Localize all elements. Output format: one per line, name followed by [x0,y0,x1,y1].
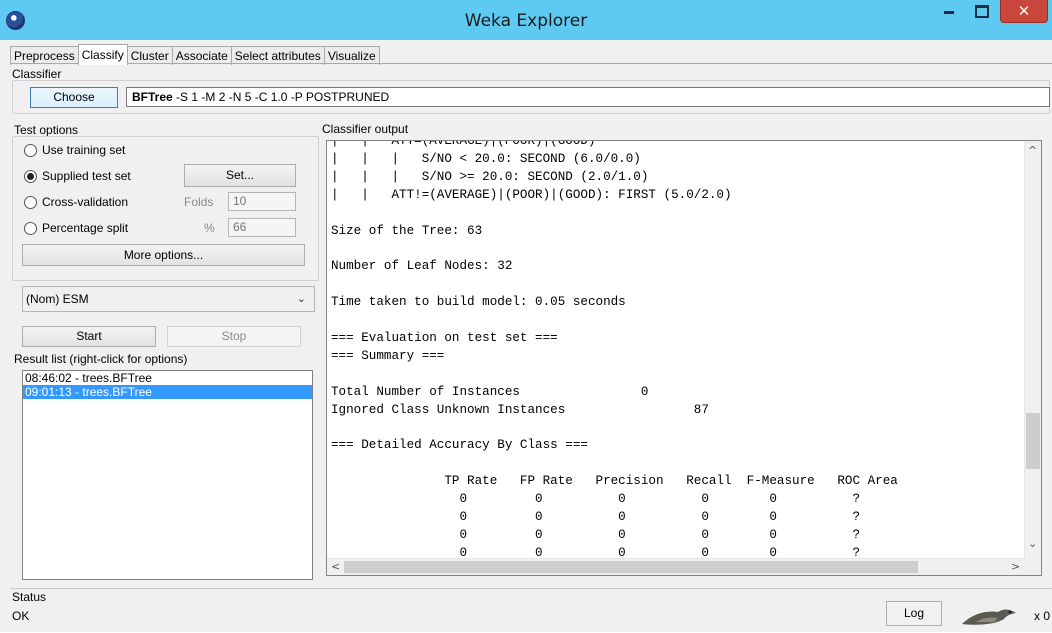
test-options-label: Test options [14,123,79,137]
status-label: Status [12,590,47,604]
choose-classifier-button[interactable]: Choose [30,87,118,108]
scroll-up-arrow-icon[interactable]: ^ [1028,144,1037,157]
close-button[interactable]: ✕ [1000,0,1048,23]
scroll-corner [1025,559,1041,575]
result-list-label: Result list (right-click for options) [14,352,188,366]
cross-validation-radio[interactable] [24,196,37,209]
classifier-group-label: Classifier [12,67,62,81]
percentage-split-label[interactable]: Percentage split [42,221,128,235]
scroll-down-arrow-icon[interactable]: ⌄ [1028,537,1037,550]
classify-panel: Classifier Choose BFTree -S 1 -M 2 -N 5 … [10,63,1052,633]
classifier-options: -S 1 -M 2 -N 5 -C 1.0 -P POSTPRUNED [176,90,390,104]
maximize-button[interactable] [968,0,994,22]
minimize-icon [944,11,954,14]
result-list-item[interactable]: 08:46:02 - trees.BFTree [23,371,312,385]
scroll-left-arrow-icon[interactable]: < [331,560,340,573]
result-list-item-selected[interactable]: 09:01:13 - trees.BFTree [23,385,312,399]
class-attribute-value: (Nom) ESM [26,292,89,306]
classifier-output-text[interactable]: | | ATT=(AVERAGE)|(POOR)|(GOOD) | | | S/… [327,141,1031,563]
scroll-right-arrow-icon[interactable]: > [1011,560,1020,573]
percentage-split-radio[interactable] [24,222,37,235]
classifier-name: BFTree [132,90,173,104]
task-count: x 0 [1034,609,1051,623]
use-training-set-label[interactable]: Use training set [42,143,125,157]
log-button[interactable]: Log [886,601,942,626]
close-icon: ✕ [1017,2,1031,20]
weka-bird-icon[interactable] [958,602,1020,628]
percentage-field[interactable]: 66 [228,218,296,237]
vertical-scrollbar[interactable]: ^ ⌄ [1024,141,1041,559]
supplied-test-set-label[interactable]: Supplied test set [42,169,131,183]
weka-explorer-window: Weka Explorer ✕ Preprocess Classify Clus… [0,0,1052,632]
maximize-icon [975,5,989,18]
tab-bar: Preprocess Classify Cluster Associate Se… [10,44,380,65]
vertical-scroll-thumb[interactable] [1026,413,1040,469]
set-test-set-button[interactable]: Set... [184,164,296,187]
title-bar: Weka Explorer ✕ [0,0,1052,40]
horizontal-scrollbar[interactable]: < > [327,558,1026,575]
folds-label: Folds [184,195,214,209]
class-attribute-select[interactable]: (Nom) ESM ⌄ [22,286,315,312]
status-divider [10,588,1052,589]
more-options-button[interactable]: More options... [22,244,305,266]
chevron-down-icon: ⌄ [296,293,306,305]
folds-field[interactable]: 10 [228,192,296,211]
window-title: Weka Explorer [464,11,588,31]
result-list[interactable]: 08:46:02 - trees.BFTree 09:01:13 - trees… [22,370,313,580]
status-text: OK [12,609,30,623]
classifier-command-field[interactable]: BFTree -S 1 -M 2 -N 5 -C 1.0 -P POSTPRUN… [126,87,1050,107]
classifier-output-label: Classifier output [322,122,409,136]
cross-validation-label[interactable]: Cross-validation [42,195,128,209]
percent-label: % [204,221,215,235]
classifier-output-area[interactable]: | | ATT=(AVERAGE)|(POOR)|(GOOD) | | | S/… [326,140,1042,576]
stop-button[interactable]: Stop [167,326,301,347]
start-button[interactable]: Start [22,326,156,347]
use-training-set-radio[interactable] [24,144,37,157]
horizontal-scroll-thumb[interactable] [344,561,918,573]
supplied-test-set-radio[interactable] [24,170,37,183]
minimize-button[interactable] [936,0,962,22]
tab-classify[interactable]: Classify [77,44,128,65]
